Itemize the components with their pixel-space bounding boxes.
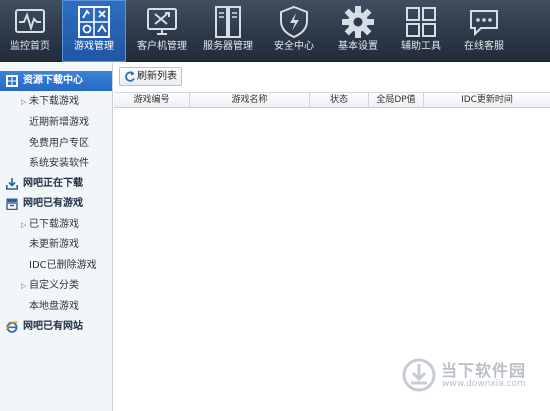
sidebar-item-label: 近期新增游戏	[29, 117, 89, 128]
toolbar-monitor-home[interactable]: 监控首页	[0, 0, 60, 62]
sidebar-item-not-updated[interactable]: 未更新游戏	[0, 235, 112, 255]
column-header-status[interactable]: 状态	[310, 93, 369, 107]
gear-icon	[342, 6, 374, 38]
sidebar-cafe-installed-games[interactable]: 网吧已有游戏	[0, 194, 112, 214]
column-header-game-id[interactable]: 游戏编号	[114, 93, 190, 107]
toolbar-label: 在线客服	[464, 41, 504, 52]
toolbar-label: 服务器管理	[203, 41, 253, 52]
refresh-icon	[125, 71, 135, 82]
sidebar-resource-download-center[interactable]: 资源下载中心	[0, 71, 112, 91]
sidebar-section-label: 网吧已有网站	[23, 321, 83, 332]
sidebar-item-custom-category[interactable]: ▷ 自定义分类	[0, 276, 112, 296]
refresh-list-button[interactable]: 刷新列表	[119, 67, 182, 86]
toolbar-label: 辅助工具	[401, 41, 441, 52]
resource-download-icon	[6, 75, 18, 87]
sidebar-item-downloaded[interactable]: ▷ 已下载游戏	[0, 215, 112, 235]
sidebar-item-label: 自定义分类	[29, 280, 79, 291]
game-table-header: 游戏编号 游戏名称 状态 全局DP值 IDC更新时间	[114, 92, 550, 108]
installed-games-icon	[6, 198, 18, 210]
sidebar-item-not-downloaded[interactable]: ▷ 未下载游戏	[0, 92, 112, 112]
toolbar-label: 监控首页	[10, 41, 50, 52]
sidebar-item-free-user-zone[interactable]: 免费用户专区	[0, 134, 112, 154]
toolbar-online-support[interactable]: 在线客服	[452, 0, 516, 62]
toolbar-security-center[interactable]: 安全中心	[262, 0, 326, 62]
sidebar-nav: 资源下载中心 ▷ 未下载游戏 近期新增游戏 免费用户专区 系统安装软件 网吧正在…	[0, 63, 113, 411]
column-header-global-dp[interactable]: 全局DP值	[369, 93, 424, 107]
toolbar-aux-tools[interactable]: 辅助工具	[390, 0, 452, 62]
sidebar-item-label: 系统安装软件	[29, 158, 89, 169]
ie-browser-icon	[6, 321, 18, 333]
column-header-game-name[interactable]: 游戏名称	[190, 93, 310, 107]
sidebar-item-label: 未下载游戏	[29, 96, 79, 107]
column-header-idc-update-time[interactable]: IDC更新时间	[424, 93, 550, 107]
monitor-pulse-icon	[15, 9, 45, 33]
expand-arrow-icon[interactable]: ▷	[21, 276, 26, 296]
toolbar-label: 客户机管理	[137, 41, 187, 52]
sidebar-item-system-software[interactable]: 系统安装软件	[0, 154, 112, 174]
server-icon	[215, 6, 241, 38]
sidebar-cafe-websites[interactable]: 网吧已有网站	[0, 317, 112, 337]
toolbar-basic-settings[interactable]: 基本设置	[326, 0, 390, 62]
sidebar-item-local-disk-games[interactable]: 本地盘游戏	[0, 297, 112, 317]
client-tools-icon	[147, 8, 177, 35]
sidebar-item-label: 本地盘游戏	[29, 301, 79, 312]
watermark-logo-icon	[402, 358, 436, 392]
toolbar-label: 安全中心	[274, 41, 314, 52]
watermark-url: www.downxia.com	[442, 379, 526, 389]
grid-icon	[406, 7, 436, 37]
toolbar-game-manage[interactable]: 游戏管理	[62, 0, 126, 62]
downloading-icon	[6, 178, 18, 190]
expand-arrow-icon[interactable]: ▷	[21, 92, 26, 112]
chat-icon	[470, 10, 498, 37]
sidebar-cafe-downloading[interactable]: 网吧正在下载	[0, 174, 112, 194]
shield-icon	[280, 5, 308, 39]
sidebar-item-label: 免费用户专区	[29, 138, 89, 149]
toolbar-label: 游戏管理	[74, 41, 114, 52]
sidebar-section-label: 网吧已有游戏	[23, 198, 83, 209]
sidebar-section-label: 资源下载中心	[23, 75, 83, 86]
toolbar-label: 基本设置	[338, 41, 378, 52]
toolbar-server-manage[interactable]: 服务器管理	[196, 0, 260, 62]
sidebar-item-recent-new[interactable]: 近期新增游戏	[0, 113, 112, 133]
watermark-title: 当下软件园	[441, 361, 527, 380]
main-toolbar: 监控首页 游戏管理 客户机管理 服务器管理 安全中心 基本设置 辅助工具 在线客…	[0, 0, 550, 62]
site-watermark: 当下软件园 www.downxia.com	[400, 355, 550, 411]
toolbar-client-manage[interactable]: 客户机管理	[130, 0, 194, 62]
game-manage-icon	[78, 6, 110, 38]
sidebar-item-label: 未更新游戏	[29, 239, 79, 250]
sidebar-item-idc-deleted[interactable]: IDC已删除游戏	[0, 256, 112, 276]
sidebar-section-label: 网吧正在下载	[23, 178, 83, 189]
expand-arrow-icon[interactable]: ▷	[21, 215, 26, 235]
refresh-list-label: 刷新列表	[137, 71, 177, 82]
sidebar-item-label: IDC已删除游戏	[29, 260, 97, 271]
sidebar-item-label: 已下载游戏	[29, 219, 79, 230]
